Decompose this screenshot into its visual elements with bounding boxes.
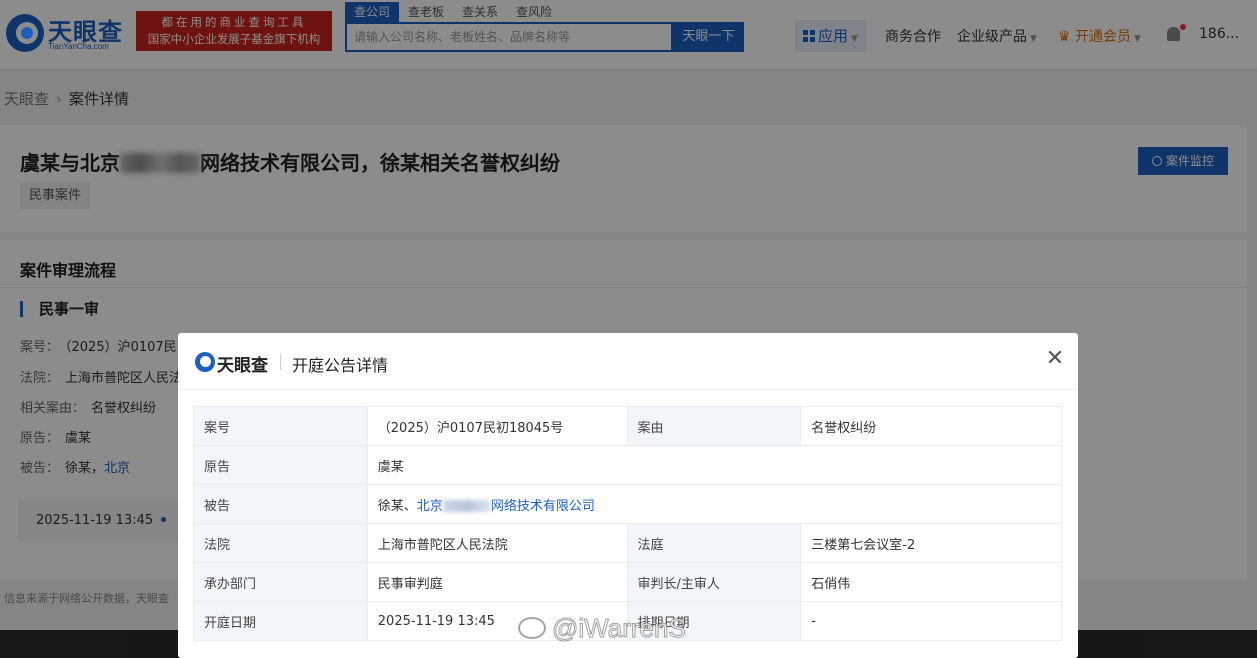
weibo-watermark: @iWarrenS [518, 613, 686, 644]
defendant-cell: 徐某、北京 网络技术有限公司 [366, 484, 1063, 524]
judge-label: 审判长/主审人 [626, 562, 802, 602]
defendant-link-suffix: 网络技术有限公司 [490, 498, 595, 514]
hearing-info-table: 案号 （2025）沪0107民初18045号 案由 名誉权纠纷 原告 虞某 被告… [193, 406, 1063, 641]
table-row: 被告 徐某、北京 网络技术有限公司 [193, 484, 1063, 524]
divider [280, 354, 281, 370]
cause-value: 名誉权纠纷 [800, 406, 1062, 446]
modal-title: 开庭公告详情 [292, 356, 389, 375]
courtroom-label: 法庭 [626, 523, 802, 563]
modal-logo-text: 天眼查 [217, 356, 268, 376]
department-value: 民事审判庭 [366, 562, 628, 602]
court-value: 上海市普陀区人民法院 [366, 523, 628, 563]
divider [178, 389, 1078, 390]
schedule-date-value: - [800, 601, 1062, 641]
defendant-company-link[interactable]: 北京 网络技术有限公司 [417, 499, 595, 514]
close-icon[interactable]: ✕ [1044, 348, 1066, 370]
plaintiff-label: 原告 [193, 445, 368, 485]
judge-value: 石俏伟 [800, 562, 1062, 602]
defendant-label: 被告 [193, 484, 368, 524]
cause-label: 案由 [626, 406, 802, 446]
table-row: 法院 上海市普陀区人民法院 法庭 三楼第七会议室-2 [193, 523, 1062, 563]
defendant-value: 徐某、 [377, 498, 417, 514]
plaintiff-value: 虞某 [366, 445, 1063, 485]
table-row: 承办部门 民事审判庭 审判长/主审人 石俏伟 [193, 562, 1062, 602]
defendant-link-prefix: 北京 [416, 498, 443, 514]
weibo-icon [518, 617, 546, 639]
table-row: 原告 虞某 [193, 445, 1063, 485]
hearing-notice-modal: 天眼查 开庭公告详情 ✕ 案号 （2025）沪0107民初18045号 案由 名… [178, 333, 1078, 658]
case-no-value: （2025）沪0107民初18045号 [366, 406, 628, 446]
table-row: 案号 （2025）沪0107民初18045号 案由 名誉权纠纷 [193, 406, 1062, 446]
logo-eye-icon [195, 352, 215, 372]
case-no-label: 案号 [193, 406, 368, 446]
watermark-text: @iWarrenS [552, 613, 687, 644]
hearing-date-label: 开庭日期 [193, 601, 368, 641]
department-label: 承办部门 [193, 562, 368, 602]
court-label: 法院 [193, 523, 368, 563]
courtroom-value: 三楼第七会议室-2 [800, 523, 1062, 563]
modal-logo: 天眼查 [195, 351, 275, 376]
redacted-blur [442, 499, 491, 512]
